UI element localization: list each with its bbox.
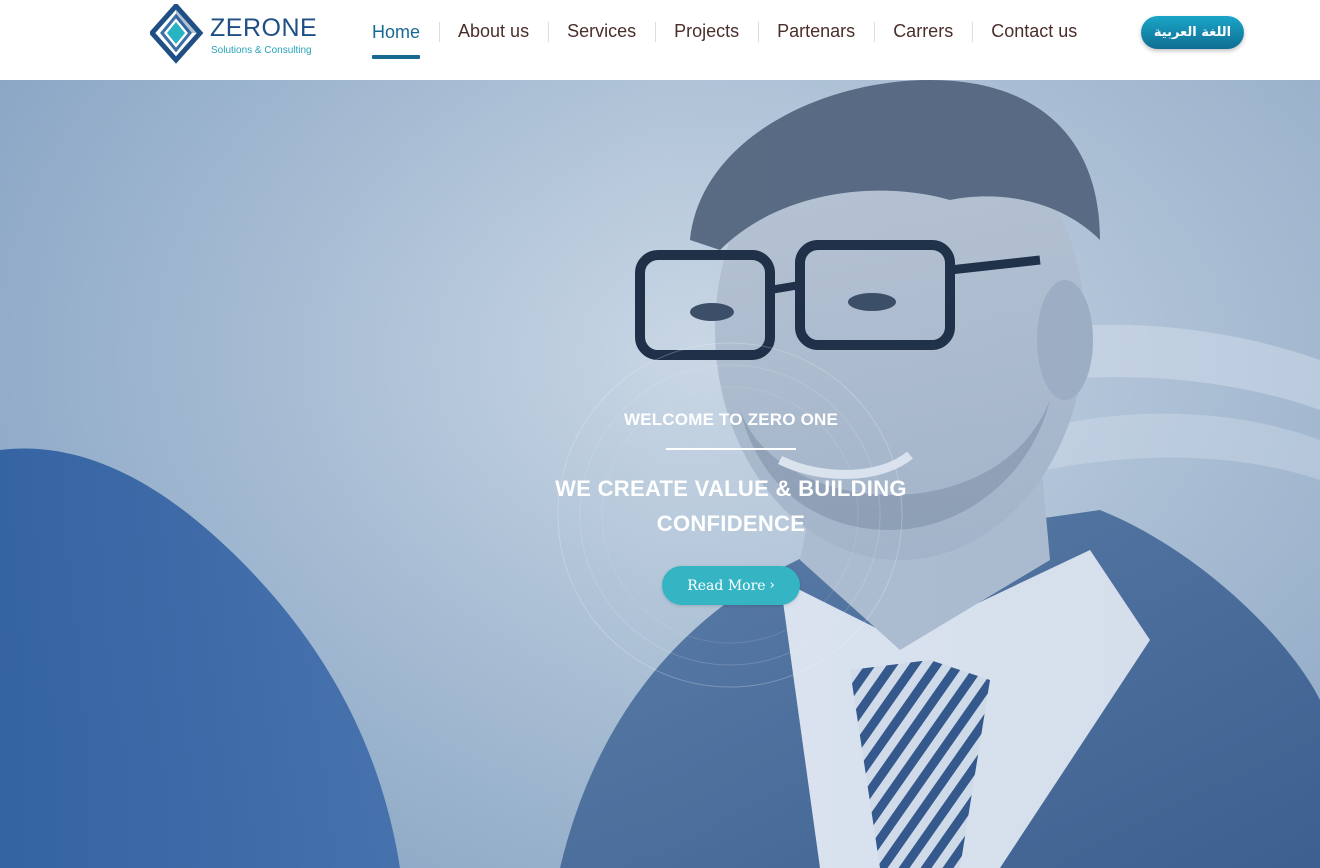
nav-item-label: Projects bbox=[674, 21, 740, 41]
main-nav: Home About us Services Projects Partenar… bbox=[353, 0, 1096, 80]
site-header: ZERONE Solutions & Consulting Home About… bbox=[0, 0, 1320, 80]
nav-item-label: About us bbox=[458, 21, 530, 41]
language-button-label: اللغة العربية bbox=[1153, 25, 1232, 40]
nav-item-label: Home bbox=[372, 22, 421, 42]
nav-item-services[interactable]: Services bbox=[548, 0, 655, 80]
hero-divider bbox=[666, 448, 796, 450]
nav-item-projects[interactable]: Projects bbox=[655, 0, 758, 80]
logo-diamond-icon bbox=[150, 4, 204, 64]
hero-section: WELCOME TO ZERO ONE WE CREATE VALUE & BU… bbox=[0, 80, 1320, 868]
nav-item-label: Partenars bbox=[777, 21, 856, 41]
nav-item-about-us[interactable]: About us bbox=[439, 0, 548, 80]
hero-welcome-text: WELCOME TO ZERO ONE bbox=[623, 410, 839, 429]
nav-item-contact-us[interactable]: Contact us bbox=[972, 0, 1096, 80]
nav-item-label: Services bbox=[567, 21, 637, 41]
read-more-label: Read More bbox=[687, 577, 766, 594]
nav-item-label: Contact us bbox=[991, 21, 1078, 41]
nav-item-label: Carrers bbox=[893, 21, 954, 41]
logo-name: ZERONE bbox=[210, 14, 318, 42]
nav-item-home[interactable]: Home bbox=[353, 0, 439, 80]
logo[interactable]: ZERONE Solutions & Consulting bbox=[150, 4, 330, 66]
logo-tagline: Solutions & Consulting bbox=[211, 45, 312, 56]
nav-item-careers[interactable]: Carrers bbox=[874, 0, 972, 80]
hero-content: WELCOME TO ZERO ONE WE CREATE VALUE & BU… bbox=[0, 80, 1320, 868]
active-indicator bbox=[372, 55, 421, 59]
nav-item-partners[interactable]: Partenars bbox=[758, 0, 874, 80]
chevron-right-icon: › bbox=[769, 578, 775, 593]
read-more-button[interactable]: Read More › bbox=[662, 566, 800, 605]
hero-headline: WE CREATE VALUE & BUILDING CONFIDENCE bbox=[555, 476, 907, 536]
arabic-language-button[interactable]: اللغة العربية bbox=[1141, 16, 1244, 49]
